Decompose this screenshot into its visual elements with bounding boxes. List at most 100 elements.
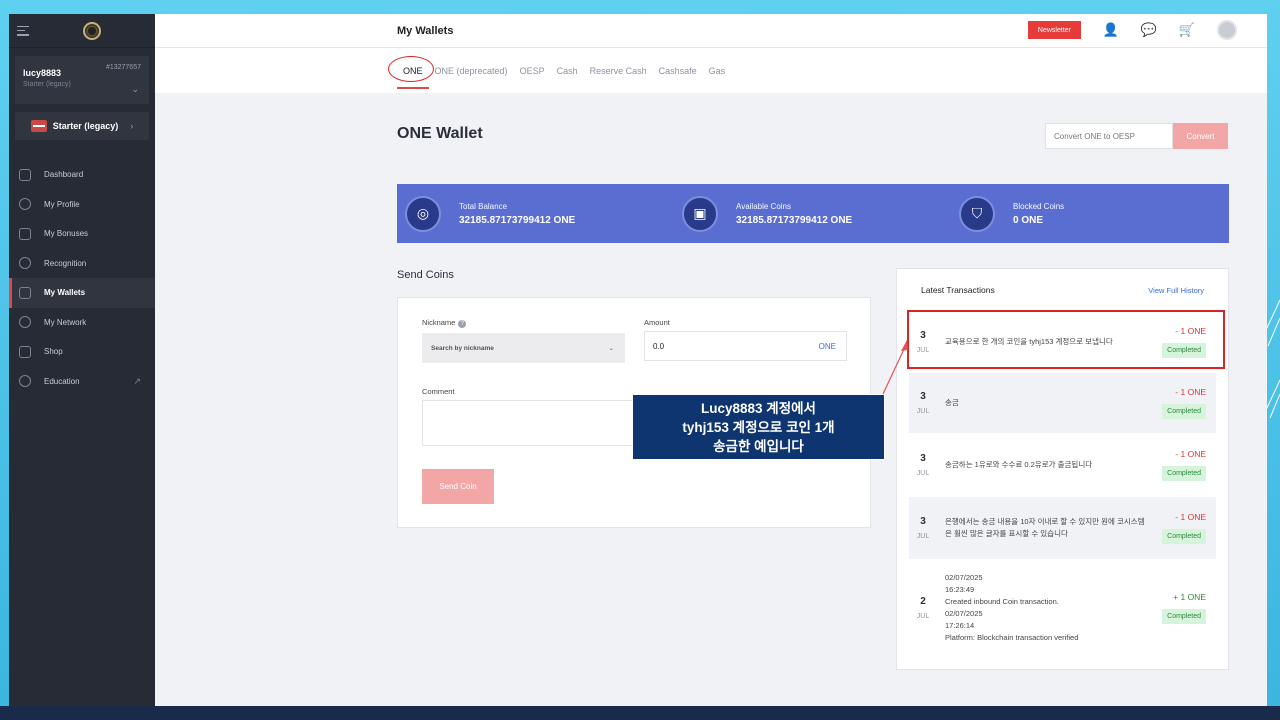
chevron-down-icon: ⌄ (608, 345, 614, 352)
amount-label: Amount (644, 318, 670, 327)
transactions-header: Latest Transactions View Full History (897, 269, 1228, 311)
cart-icon[interactable]: 🛒 (1179, 22, 1195, 38)
coins-icon: ◎ (405, 195, 441, 232)
tx-amount-status: - 1 ONE Completed (1150, 387, 1216, 419)
tab-cashsafe[interactable]: Cashsafe (659, 66, 697, 76)
wallet-tabs: ONE ONE (deprecated) OESP Cash Reserve C… (155, 48, 1267, 93)
user-icon (19, 198, 31, 211)
tx-description: 은행에서는 송금 내용을 10자 이내로 할 수 있지만 원에 코시스템은 훨씬… (945, 517, 1145, 538)
tx-amount: - 1 ONE (1175, 512, 1206, 522)
sidebar-item-label: My Bonuses (44, 229, 89, 239)
blocked-coins: ⛉ Blocked Coins 0 ONE (951, 184, 1228, 243)
annotation-highlight-box (907, 310, 1225, 369)
sidebar-item-label: My Wallets (44, 288, 86, 298)
logo[interactable] (83, 21, 101, 40)
table-row[interactable]: 2 JUL 02/07/2025 16:23:49 Created inbound… (909, 563, 1216, 653)
sidebar-top (9, 14, 155, 48)
top-actions: Newsletter 👤 💬 🛒 (1027, 20, 1237, 40)
tx-day: 3 (920, 391, 926, 402)
annotation-circle (388, 56, 434, 82)
sidebar-item-label: Shop (44, 347, 63, 357)
callout-line: 송금한 예입니다 (713, 439, 804, 454)
amount-value: 0.0 (653, 341, 665, 351)
amount-input[interactable]: 0.0 ONE (644, 331, 847, 361)
app-window: lucy8883 Starter (legacy) #13277657 ⌄ St… (9, 14, 1267, 706)
help-icon[interactable]: ? (458, 320, 467, 328)
sidebar-item-my-profile[interactable]: My Profile (9, 190, 155, 220)
wallet-title: ONE Wallet (397, 125, 483, 142)
home-icon (19, 168, 31, 181)
sidebar-item-my-wallets[interactable]: My Wallets (9, 278, 155, 308)
sidebar-item-dashboard[interactable]: Dashboard (9, 160, 155, 190)
user-switcher[interactable]: lucy8883 Starter (legacy) #13277657 ⌄ (15, 56, 149, 104)
tx-day: 3 (920, 453, 926, 464)
status-badge: Completed (1162, 404, 1206, 419)
chat-icon[interactable]: 💬 (1141, 22, 1157, 38)
tab-oesp[interactable]: OESP (520, 66, 545, 76)
table-row[interactable]: 3 JUL 은행에서는 송금 내용을 10자 이내로 할 수 있지만 원에 코시스… (909, 497, 1216, 559)
tx-description: 송금 (945, 398, 959, 407)
tab-cash[interactable]: Cash (557, 66, 578, 76)
convert-input[interactable]: Convert ONE to OESP (1045, 123, 1173, 149)
balance-value: 32185.87173799412 ONE (459, 214, 576, 226)
network-icon (19, 316, 31, 329)
shield-icon: ⛉ (959, 195, 995, 232)
tx-description: 송금하는 1유로와 수수료 0.2유로가 출금됩니다 (945, 460, 1093, 469)
sidebar-item-my-bonuses[interactable]: My Bonuses (9, 219, 155, 249)
callout-line: Lucy8883 계정에서 (701, 401, 816, 416)
tx-amount: - 1 ONE (1175, 449, 1206, 459)
top-bar: My Wallets Newsletter 👤 💬 🛒 (155, 14, 1267, 48)
main-content: My Wallets Newsletter 👤 💬 🛒 ONE ONE (dep… (155, 14, 1267, 706)
tab-one-deprecated[interactable]: ONE (deprecated) (435, 66, 508, 76)
table-row[interactable]: 3 JUL 송금하는 1유로와 수수료 0.2유로가 출금됩니다 - 1 ONE C… (909, 435, 1216, 495)
sidebar-item-label: Recognition (44, 258, 87, 268)
view-full-history-link[interactable]: View Full History (1148, 286, 1204, 295)
avatar[interactable] (1217, 20, 1237, 40)
sidebar-item-shop[interactable]: Shop (9, 337, 155, 367)
balance-label: Blocked Coins (1013, 201, 1065, 211)
available-coins: ▣ Available Coins 32185.87173799412 ONE (674, 184, 951, 243)
tx-amount-status: - 1 ONE Completed (1150, 512, 1216, 544)
send-coins-title: Send Coins (397, 269, 454, 281)
sidebar-item-my-network[interactable]: My Network (9, 308, 155, 338)
external-link-icon: ↗ (133, 375, 141, 386)
nickname-input[interactable]: Search by nickname ⌄ (422, 333, 625, 363)
newsletter-button[interactable]: Newsletter (1027, 21, 1081, 39)
user-tier: Starter (legacy) (23, 81, 71, 88)
hamburger-icon[interactable] (17, 25, 29, 36)
gift-icon (19, 227, 31, 240)
send-coin-button[interactable]: Send Coin (422, 469, 494, 504)
tx-month: JUL (916, 613, 930, 620)
add-user-icon[interactable]: 👤 (1103, 22, 1119, 38)
tx-amount-status: - 1 ONE Completed (1150, 449, 1216, 481)
balance-label: Total Balance (459, 201, 508, 211)
table-row[interactable]: 3 JUL 송금 - 1 ONE Completed (909, 373, 1216, 433)
nickname-label-text: Nickname (422, 318, 456, 327)
tab-gas[interactable]: Gas (709, 66, 726, 76)
tx-amount: - 1 ONE (1175, 387, 1206, 397)
plan-icon (30, 120, 47, 132)
comment-label: Comment (422, 387, 455, 396)
plan-label: Starter (legacy) (52, 121, 119, 131)
convert-button[interactable]: Convert (1173, 123, 1228, 149)
plan-button[interactable]: Starter (legacy) › (15, 112, 149, 140)
tx-day: 2 (920, 596, 926, 607)
balance-bar: ◎ Total Balance 32185.87173799412 ONE ▣ A… (397, 184, 1229, 243)
annotation-callout: Lucy8883 계정에서 tyhj153 계정으로 코인 1개 송금한 예입니… (632, 394, 885, 460)
tx-date: 2 JUL (909, 596, 937, 620)
tx-day: 3 (920, 516, 926, 527)
nickname-placeholder: Search by nickname (431, 344, 494, 352)
chevron-down-icon: ⌄ (131, 84, 139, 94)
star-icon (19, 257, 31, 270)
tx-month: JUL (916, 408, 930, 415)
amount-unit: ONE (818, 341, 836, 351)
tx-amount-status: + 1 ONE Completed (1150, 592, 1216, 624)
sidebar: lucy8883 Starter (legacy) #13277657 ⌄ St… (9, 14, 155, 706)
sidebar-item-label: My Network (44, 317, 87, 327)
tab-reserve-cash[interactable]: Reserve Cash (590, 66, 647, 76)
sidebar-item-recognition[interactable]: Recognition (9, 249, 155, 279)
tx-month: JUL (916, 533, 930, 540)
balance-value: 32185.87173799412 ONE (736, 214, 853, 226)
sidebar-item-education[interactable]: Education ↗ (9, 367, 155, 397)
total-balance: ◎ Total Balance 32185.87173799412 ONE (397, 184, 674, 243)
